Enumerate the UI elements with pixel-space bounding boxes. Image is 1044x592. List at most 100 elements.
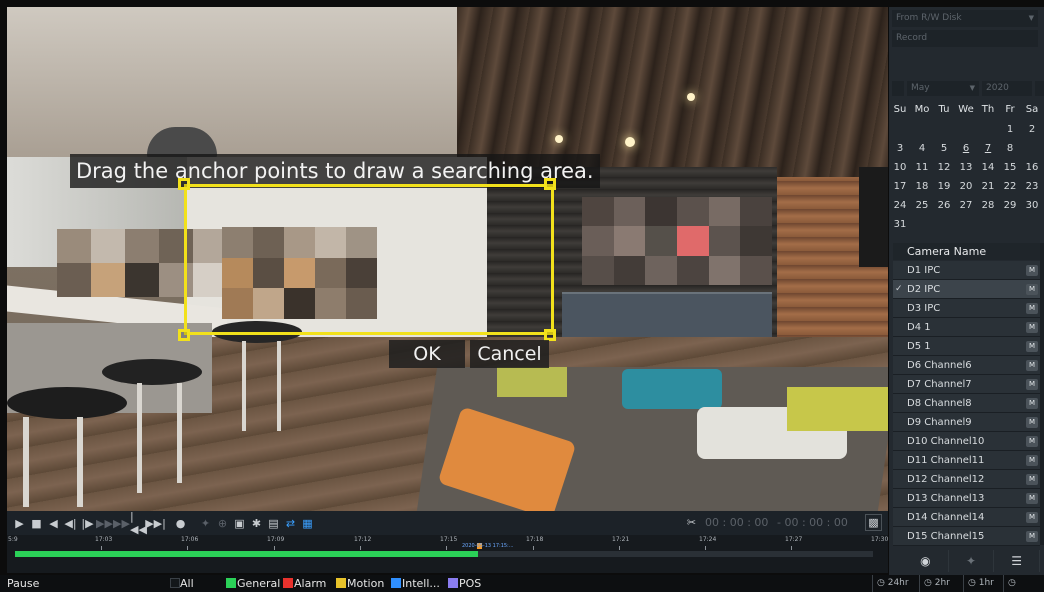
intelligent-search-icon[interactable]: ⇄	[282, 515, 299, 532]
camera-row[interactable]: D1 IPC M	[893, 261, 1040, 280]
snapshot-icon[interactable]: ▣	[231, 515, 248, 532]
reverse-play-icon[interactable]: ◀	[45, 515, 62, 532]
calendar-day[interactable]: 26	[933, 197, 955, 214]
zoom-icon[interactable]: ⊕	[214, 515, 231, 532]
filter-motion-checkbox[interactable]	[336, 578, 346, 588]
calendar-day[interactable]: 8	[999, 140, 1021, 157]
calendar-day[interactable]: 24	[889, 197, 911, 214]
ok-button[interactable]: OK	[389, 340, 465, 368]
calendar-day[interactable]: 6	[955, 140, 977, 157]
anchor-handle-bottom-left[interactable]	[178, 329, 190, 341]
calendar-day[interactable]: 13	[955, 159, 977, 176]
calendar-day[interactable]	[911, 216, 933, 233]
calendar-day[interactable]	[1021, 216, 1043, 233]
search-area-rectangle[interactable]	[184, 184, 554, 335]
calendar-day[interactable]: 1	[999, 121, 1021, 138]
filter-general-checkbox[interactable]	[226, 578, 236, 588]
calendar-day[interactable]: 19	[933, 178, 955, 195]
calendar-day[interactable]: 30	[1021, 197, 1043, 214]
calendar-day[interactable]: 14	[977, 159, 999, 176]
calendar-day[interactable]: 22	[999, 178, 1021, 195]
range-1hr-button[interactable]: ◷ 1hr	[963, 575, 994, 592]
main-stream-badge[interactable]: M	[1026, 417, 1038, 428]
anchor-handle-top-right[interactable]	[544, 178, 556, 190]
save-clip-icon[interactable]: ▩	[865, 514, 882, 531]
camera-row[interactable]: D7 Channel7 M	[893, 375, 1040, 394]
main-stream-badge[interactable]: M	[1026, 531, 1038, 542]
recorded-segment-general[interactable]	[15, 551, 478, 557]
camera-row[interactable]: D5 1 M	[893, 337, 1040, 356]
calendar-day[interactable]	[933, 121, 955, 138]
calendar-day[interactable]: 10	[889, 159, 911, 176]
calendar-day[interactable]: 11	[911, 159, 933, 176]
calendar-day[interactable]: 16	[1021, 159, 1043, 176]
calendar-day[interactable]: 4	[911, 140, 933, 157]
calendar-day[interactable]	[889, 121, 911, 138]
camera-row[interactable]: D10 Channel10 M	[893, 432, 1040, 451]
search-tool-icon[interactable]: ◉	[903, 550, 949, 572]
calendar-day[interactable]: 25	[911, 197, 933, 214]
calendar-day[interactable]	[955, 216, 977, 233]
clip-start-time[interactable]: 00 : 00 : 00	[705, 514, 777, 532]
camera-row[interactable]: D11 Channel11 M	[893, 451, 1040, 470]
main-stream-badge[interactable]: M	[1026, 398, 1038, 409]
range-30min-button[interactable]: ◷ 30min	[1003, 575, 1044, 592]
calendar-day[interactable]	[977, 216, 999, 233]
main-stream-badge[interactable]: M	[1026, 341, 1038, 352]
smart-search-icon[interactable]: ▤	[265, 515, 282, 532]
camera-row-selected[interactable]: ✓ D2 IPC M	[893, 280, 1040, 299]
camera-row[interactable]: D15 Channel15 M	[893, 527, 1040, 546]
camera-row[interactable]: D14 Channel14 M	[893, 508, 1040, 527]
main-stream-badge[interactable]: M	[1026, 455, 1038, 466]
main-stream-badge[interactable]: M	[1026, 379, 1038, 390]
calendar-day[interactable]: 2	[1021, 121, 1043, 138]
main-stream-badge[interactable]: M	[1026, 474, 1038, 485]
camera-row[interactable]: D13 Channel13 M	[893, 489, 1040, 508]
checkmark-icon[interactable]: ✓	[895, 280, 903, 299]
camera-row[interactable]: D3 IPC M	[893, 299, 1040, 318]
fast-play-icon[interactable]: ▶▶	[113, 515, 130, 532]
range-24hr-button[interactable]: ◷ 24hr	[872, 575, 909, 592]
calendar-day[interactable]	[933, 216, 955, 233]
filter-all-checkbox[interactable]	[170, 578, 180, 588]
calendar-day[interactable]: 3	[889, 140, 911, 157]
camera-list-scrollbar[interactable]	[1040, 243, 1044, 545]
filter-intelligent-checkbox[interactable]	[391, 578, 401, 588]
calendar-day[interactable]: 21	[977, 178, 999, 195]
next-record-icon[interactable]: ▶▶|	[145, 515, 166, 532]
camera-row[interactable]: D8 Channel8 M	[893, 394, 1040, 413]
video-playback-area[interactable]: Drag the anchor points to draw a searchi…	[7, 7, 888, 511]
fisheye-icon[interactable]: ✦	[197, 515, 214, 532]
calendar-day[interactable]	[955, 121, 977, 138]
calendar-day[interactable]: 15	[999, 159, 1021, 176]
file-list-icon[interactable]: ☰	[994, 550, 1041, 572]
main-stream-badge[interactable]: M	[1026, 322, 1038, 333]
next-month-button[interactable]	[1035, 81, 1044, 96]
marked-files-icon[interactable]: ✦	[949, 550, 995, 572]
calendar-day[interactable]: 31	[889, 216, 911, 233]
main-stream-badge[interactable]: M	[1026, 512, 1038, 523]
main-stream-badge[interactable]: M	[1026, 265, 1038, 276]
camera-row[interactable]: D4 1 M	[893, 318, 1040, 337]
calendar-day[interactable]: 20	[955, 178, 977, 195]
source-dropdown[interactable]: From R/W Disk ▼	[892, 10, 1038, 27]
calendar-day[interactable]: 27	[955, 197, 977, 214]
calendar-day[interactable]: 7	[977, 140, 999, 157]
timeline-empty-segment[interactable]	[478, 551, 873, 557]
main-stream-badge[interactable]: M	[1026, 360, 1038, 371]
main-stream-badge[interactable]: M	[1026, 436, 1038, 447]
filter-pos-checkbox[interactable]	[448, 578, 458, 588]
ivs-search-icon[interactable]: ▦	[299, 515, 316, 532]
step-forward-icon[interactable]: |▶	[79, 515, 96, 532]
tag-icon[interactable]: ✱	[248, 515, 265, 532]
calendar-day[interactable]: 17	[889, 178, 911, 195]
anchor-handle-top-left[interactable]	[178, 178, 190, 190]
camera-row[interactable]: D9 Channel9 M	[893, 413, 1040, 432]
timeline[interactable]: 5:9 17:03 17:06 17:09 17:12 17:15 17:18 …	[7, 535, 888, 573]
clip-end-time[interactable]: - 00 : 00 : 00	[777, 514, 849, 532]
camera-row[interactable]: D6 Channel6 M	[893, 356, 1040, 375]
calendar-day[interactable]	[977, 121, 999, 138]
year-dropdown[interactable]: 2020	[982, 81, 1032, 96]
calendar-day[interactable]: 29	[999, 197, 1021, 214]
calendar-day[interactable]: 28	[977, 197, 999, 214]
